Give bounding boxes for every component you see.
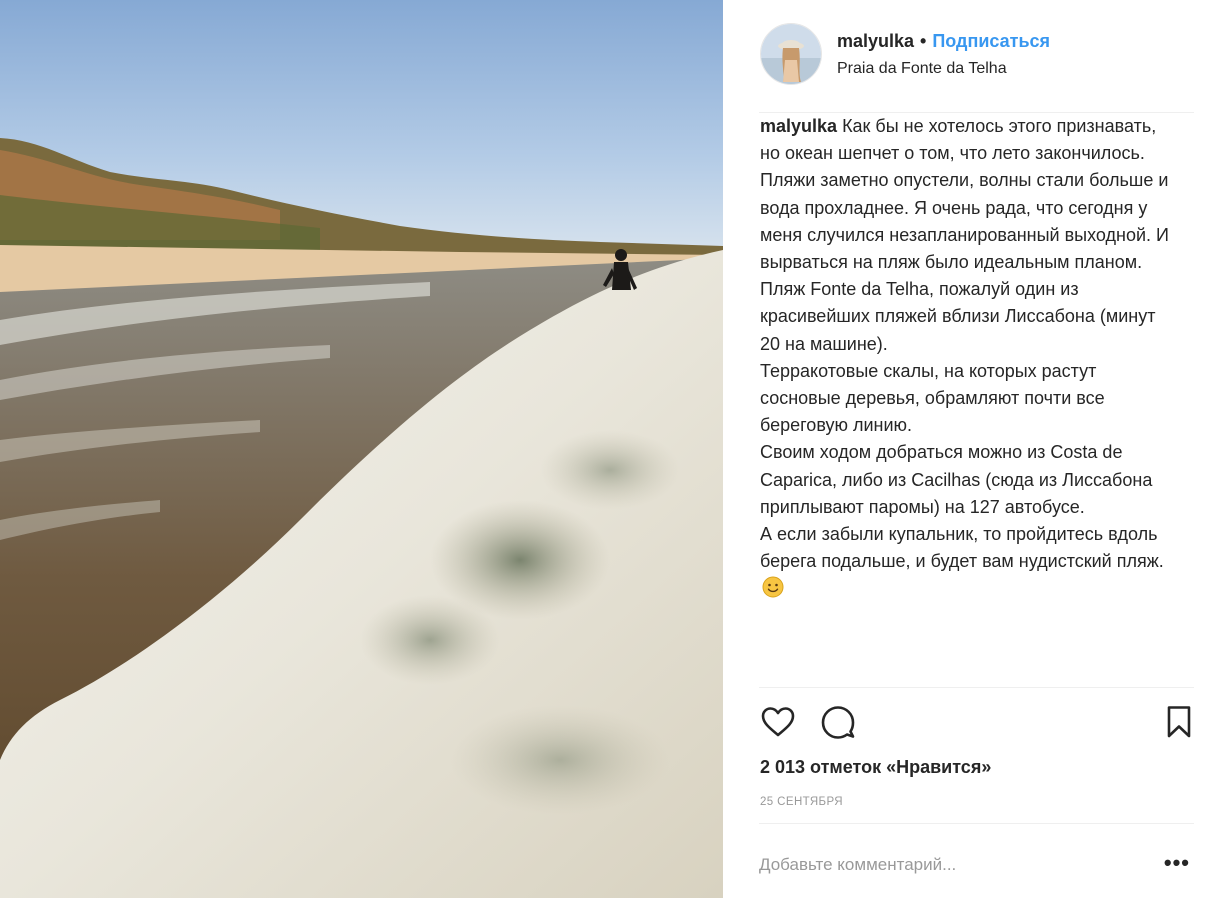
post-header: malyulka • Подписаться Praia da Fonte da T… (757, 20, 1194, 90)
comment-bubble-icon (821, 706, 855, 739)
beach-photo-image (0, 0, 723, 898)
caption-paragraph: А если забыли купальник, то пройдитесь в… (760, 521, 1180, 603)
post-caption: malyulka Как бы не хотелось этого призна… (760, 113, 1180, 603)
post-photo[interactable] (0, 0, 723, 898)
action-bar (759, 703, 1194, 741)
likes-count[interactable]: 2 013 отметок «Нравится» (760, 757, 991, 778)
comment-divider (759, 823, 1194, 824)
comment-button[interactable] (819, 703, 857, 741)
caption-paragraph: malyulka Как бы не хотелось этого призна… (760, 113, 1180, 276)
caption-divider (759, 687, 1194, 688)
avatar[interactable] (760, 23, 822, 85)
caption-paragraph: Терракотовые скалы, на которых растут со… (760, 360, 1105, 436)
post-date[interactable]: 25 сентября (760, 796, 843, 808)
caption-author-link[interactable]: malyulka (760, 116, 837, 136)
post-header-text: malyulka • Подписаться Praia da Fonte da T… (837, 30, 1050, 80)
post-side-panel: malyulka • Подписаться Praia da Fonte da T… (723, 0, 1224, 898)
smiling-face-icon (762, 576, 784, 598)
location-link[interactable]: Praia da Fonte da Telha (837, 58, 1050, 80)
separator-dot: • (920, 31, 927, 51)
caption-paragraph: Пляж Fonte da Telha, пожалуй один из кра… (760, 279, 1156, 354)
heart-icon (761, 707, 795, 737)
save-button[interactable] (1160, 703, 1198, 741)
instagram-post: malyulka • Подписаться Praia da Fonte da T… (0, 0, 1224, 898)
caption-paragraph: Своим ходом добраться можно из Costa de … (760, 442, 1153, 517)
username-link[interactable]: malyulka (837, 31, 914, 51)
caption-text: Как бы не хотелось этого признавать, но … (760, 116, 1169, 273)
like-button[interactable] (759, 703, 797, 741)
comment-input[interactable] (759, 848, 1139, 882)
avatar-image (761, 24, 821, 84)
more-options-button[interactable]: ••• (1164, 852, 1190, 874)
caption-text: А если забыли купальник, то пройдитесь в… (760, 524, 1164, 572)
post-header-line: malyulka • Подписаться (837, 30, 1050, 52)
follow-button[interactable]: Подписаться (932, 31, 1050, 51)
bookmark-icon (1167, 706, 1191, 738)
